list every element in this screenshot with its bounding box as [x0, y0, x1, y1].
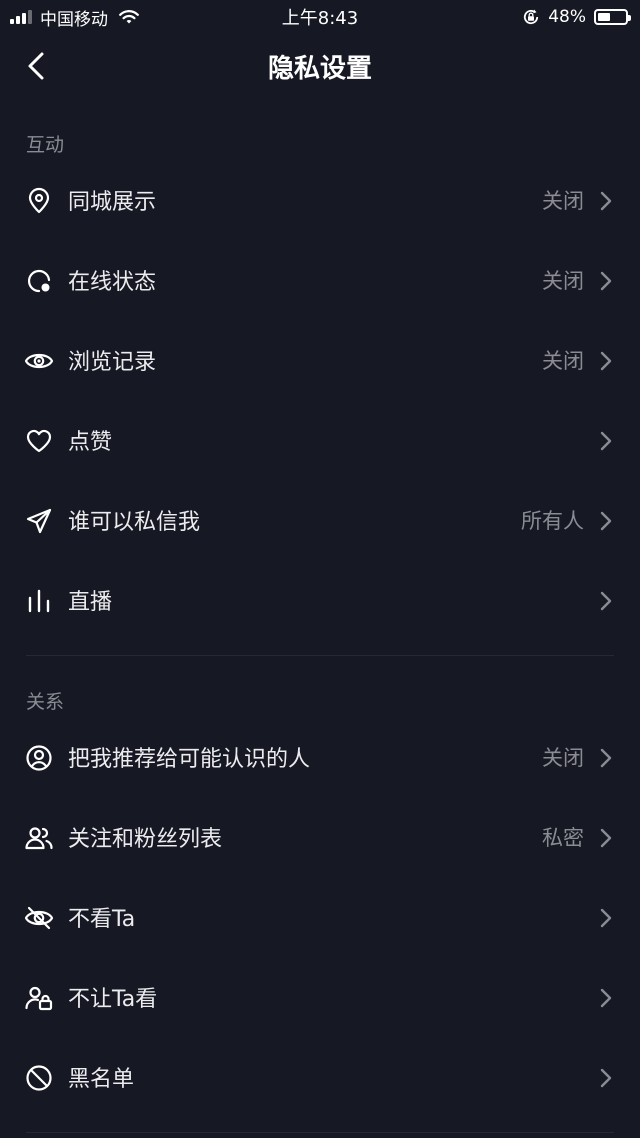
nav-bar: 隐私设置 — [0, 34, 640, 98]
setting-value: 所有人 — [521, 509, 584, 533]
eye-icon — [24, 346, 54, 376]
chevron-right-icon — [598, 430, 614, 452]
bars-icon — [24, 586, 54, 616]
setting-label: 不让Ta看 — [68, 987, 158, 1012]
chevron-right-icon — [598, 270, 614, 292]
setting-value: 关闭 — [542, 189, 584, 213]
section-header-interaction: 互动 — [26, 134, 65, 156]
setting-label: 浏览记录 — [68, 350, 157, 375]
setting-item-hide-my-content[interactable]: 不让Ta看 — [0, 957, 640, 1037]
setting-label: 在线状态 — [68, 270, 157, 295]
battery-icon — [594, 9, 631, 25]
setting-item-recommend-me[interactable]: 把我推荐给可能认识的人 关闭 — [0, 717, 640, 797]
battery-fill — [598, 13, 611, 21]
setting-value: 关闭 — [542, 746, 584, 770]
user-circle-icon — [24, 743, 54, 773]
setting-label: 谁可以私信我 — [68, 510, 201, 535]
chevron-right-icon — [598, 907, 614, 929]
setting-item-hide-their-content[interactable]: 不看Ta — [0, 877, 640, 957]
paper-plane-icon — [24, 506, 54, 536]
setting-item-browsing-history[interactable]: 浏览记录 关闭 — [0, 320, 640, 400]
battery-percent: 48% — [548, 7, 586, 27]
eye-off-icon — [24, 903, 54, 933]
setting-item-blacklist[interactable]: 黑名单 — [0, 1037, 640, 1117]
chevron-right-icon — [598, 190, 614, 212]
location-pin-icon — [24, 186, 54, 216]
setting-label: 关注和粉丝列表 — [68, 827, 223, 852]
setting-label: 不看Ta — [68, 907, 136, 932]
setting-label: 黑名单 — [68, 1067, 135, 1092]
setting-item-live[interactable]: 直播 — [0, 560, 640, 640]
page-title: 隐私设置 — [267, 53, 372, 84]
status-bar: 中国移动 上午8:43 48% — [0, 0, 640, 34]
chevron-right-icon — [598, 747, 614, 769]
section-header-relationship: 关系 — [26, 691, 65, 713]
orientation-lock-icon — [522, 8, 540, 26]
chevron-right-icon — [598, 827, 614, 849]
section-divider — [26, 655, 614, 656]
setting-label: 点赞 — [68, 430, 113, 455]
setting-item-who-can-message[interactable]: 谁可以私信我 所有人 — [0, 480, 640, 560]
setting-value: 关闭 — [542, 349, 584, 373]
setting-value: 私密 — [542, 826, 584, 850]
chevron-right-icon — [598, 1067, 614, 1089]
chevron-right-icon — [598, 510, 614, 532]
setting-label: 同城展示 — [68, 190, 157, 215]
block-icon — [24, 1063, 54, 1093]
online-status-icon — [24, 266, 54, 296]
setting-item-follow-fans-list[interactable]: 关注和粉丝列表 私密 — [0, 797, 640, 877]
chevron-right-icon — [598, 350, 614, 372]
setting-item-nearby-display[interactable]: 同城展示 关闭 — [0, 160, 640, 240]
heart-icon — [24, 426, 54, 456]
setting-value: 关闭 — [542, 269, 584, 293]
setting-item-likes[interactable]: 点赞 — [0, 400, 640, 480]
user-lock-icon — [24, 983, 54, 1013]
users-icon — [24, 823, 54, 853]
setting-item-online-status[interactable]: 在线状态 关闭 — [0, 240, 640, 320]
section-divider — [26, 1132, 614, 1133]
chevron-right-icon — [598, 987, 614, 1009]
chevron-right-icon — [598, 590, 614, 612]
setting-label: 把我推荐给可能认识的人 — [68, 747, 311, 772]
setting-label: 直播 — [68, 590, 113, 615]
status-right: 48% — [522, 0, 631, 34]
